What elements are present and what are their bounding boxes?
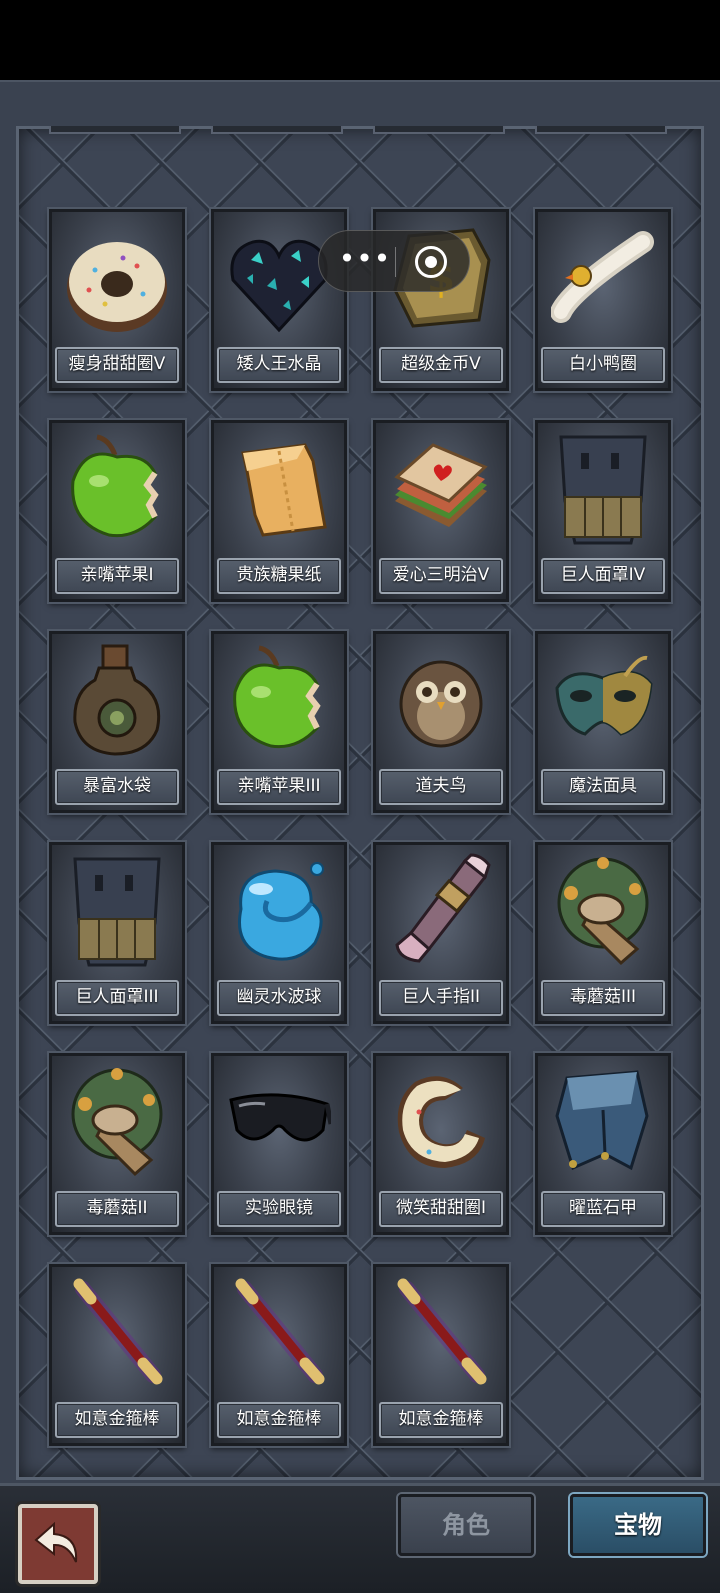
item-card[interactable]: 微笑甜甜圈I	[373, 1053, 509, 1235]
item-card[interactable]: 幽灵水波球	[211, 842, 347, 1024]
mini-program-capsule: •••	[318, 230, 470, 292]
item-name: 实验眼镜	[217, 1191, 341, 1227]
item-name: 如意金箍棒	[55, 1402, 179, 1438]
inventory-board[interactable]: 瘦身甜甜圈V 矮人王水晶 $ 超级金币V	[16, 126, 704, 1480]
poison-mushroom-icon	[557, 857, 649, 966]
golden-staff-icon	[73, 1278, 163, 1385]
sandwich-icon	[394, 443, 488, 527]
item-card[interactable]: 毒蘑菇II	[49, 1053, 185, 1235]
item-card[interactable]: 贵族糖果纸	[211, 420, 347, 602]
item-name: 亲嘴苹果I	[55, 558, 179, 594]
item-card[interactable]: 矮人王水晶	[211, 209, 347, 391]
golden-staff-icon	[235, 1278, 325, 1385]
item-card[interactable]: 瘦身甜甜圈V	[49, 209, 185, 391]
item-name: 暴富水袋	[55, 769, 179, 805]
item-name: 魔法面具	[541, 769, 665, 805]
item-card[interactable]: 巨人面罩IV	[535, 420, 671, 602]
item-card[interactable]: 魔法面具	[535, 631, 671, 813]
more-dots-icon[interactable]: •••	[337, 231, 393, 293]
status-bar-area	[0, 0, 720, 80]
giant-mask-icon	[73, 857, 161, 967]
previous-row-edge	[211, 126, 343, 134]
item-name: 毒蘑菇III	[541, 980, 665, 1016]
poison-mushroom-icon	[71, 1068, 163, 1177]
giant-finger-icon	[395, 853, 491, 963]
back-arrow-icon	[34, 1521, 78, 1563]
item-name: 巨人手指II	[379, 980, 503, 1016]
item-name: 瘦身甜甜圈V	[55, 347, 179, 383]
tab-treasure[interactable]: 宝物	[570, 1494, 706, 1556]
tab-role[interactable]: 角色	[398, 1494, 534, 1556]
donut-icon	[67, 242, 167, 332]
item-card[interactable]: 实验眼镜	[211, 1053, 347, 1235]
item-card[interactable]: 道夫鸟	[373, 631, 509, 813]
item-name: 巨人面罩III	[55, 980, 179, 1016]
item-name: 道夫鸟	[379, 769, 503, 805]
sunglasses-icon	[229, 1093, 331, 1142]
item-card[interactable]: 巨人面罩III	[49, 842, 185, 1024]
item-name: 贵族糖果纸	[217, 558, 341, 594]
previous-row-edge	[373, 126, 505, 134]
item-name: 微笑甜甜圈I	[379, 1191, 503, 1227]
item-card[interactable]: 毒蘑菇III	[535, 842, 671, 1024]
capsule-divider	[395, 247, 396, 277]
back-button[interactable]	[18, 1504, 98, 1584]
bottom-bar: 角色 宝物	[0, 1483, 720, 1593]
crystal-heart-icon	[230, 239, 328, 333]
item-card[interactable]: 如意金箍棒	[373, 1264, 509, 1446]
item-name: 巨人面罩IV	[541, 558, 665, 594]
item-card[interactable]: 如意金箍棒	[49, 1264, 185, 1446]
green-apple-icon	[71, 434, 159, 538]
item-name: 曜蓝石甲	[541, 1191, 665, 1227]
item-card[interactable]: 巨人手指II	[373, 842, 509, 1024]
item-name: 如意金箍棒	[217, 1402, 341, 1438]
owl-icon	[399, 660, 483, 748]
previous-row-edge	[49, 126, 181, 134]
target-icon[interactable]	[415, 246, 447, 278]
blue-armor-icon	[555, 1070, 649, 1171]
giant-mask-icon	[559, 435, 647, 545]
item-name: 爱心三明治V	[379, 558, 503, 594]
magic-mask-icon	[555, 655, 653, 736]
item-card[interactable]: 暴富水袋	[49, 631, 185, 813]
item-name: 白小鸭圈	[541, 347, 665, 383]
duck-ring-icon	[551, 231, 654, 323]
item-name: 超级金币V	[379, 347, 503, 383]
bitten-donut-icon	[397, 1076, 485, 1168]
candy-paper-icon	[241, 443, 327, 537]
previous-row-edge	[535, 126, 667, 134]
item-card[interactable]: 曜蓝石甲	[535, 1053, 671, 1235]
item-card[interactable]: 爱心三明治V	[373, 420, 509, 602]
item-card[interactable]: 如意金箍棒	[211, 1264, 347, 1446]
item-name: 幽灵水波球	[217, 980, 341, 1016]
golden-staff-icon	[397, 1278, 487, 1385]
water-ball-icon	[238, 862, 324, 961]
item-name: 矮人王水晶	[217, 347, 341, 383]
item-name: 亲嘴苹果III	[217, 769, 341, 805]
item-card[interactable]: 亲嘴苹果I	[49, 420, 185, 602]
item-name: 如意金箍棒	[379, 1402, 503, 1438]
item-grid: 瘦身甜甜圈V 矮人王水晶 $ 超级金币V	[49, 209, 671, 1446]
green-apple-icon	[233, 645, 321, 749]
item-card[interactable]: 白小鸭圈	[535, 209, 671, 391]
item-name: 毒蘑菇II	[55, 1191, 179, 1227]
item-card[interactable]: 亲嘴苹果III	[211, 631, 347, 813]
water-bag-icon	[73, 644, 161, 756]
